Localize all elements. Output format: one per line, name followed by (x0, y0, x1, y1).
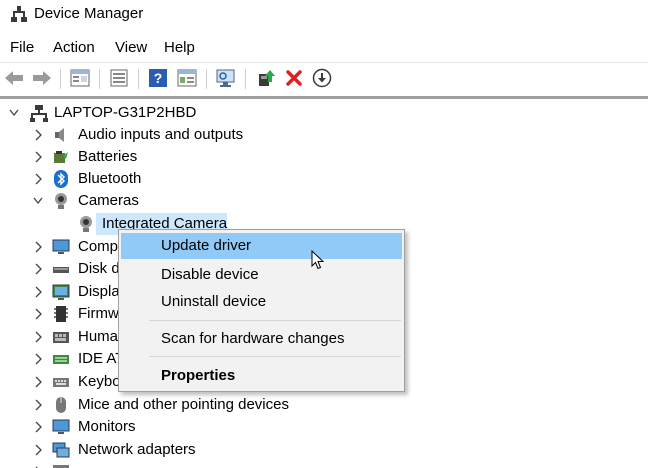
forward-icon[interactable] (31, 67, 53, 89)
tree-item-batteries[interactable]: Batteries (0, 146, 648, 168)
tree-item-label: Keybo (78, 373, 121, 390)
menu-file[interactable]: File (10, 39, 34, 56)
chevron-down-icon[interactable] (33, 195, 43, 207)
menu-item-label: Disable device (161, 266, 259, 283)
chevron-right-icon[interactable] (33, 331, 43, 343)
keyboard-icon (53, 378, 69, 387)
chevron-right-icon[interactable] (33, 399, 43, 411)
menu-action[interactable]: Action (53, 39, 95, 56)
tree-item-label: Network adapters (78, 441, 196, 458)
back-icon[interactable] (3, 67, 25, 89)
window-title: Device Manager (34, 5, 144, 22)
toolbar-divider (0, 96, 648, 99)
keyboard-icon (53, 332, 69, 343)
computer-icon (30, 105, 48, 122)
tree-item-label: Batteries (78, 148, 138, 165)
network-icon (52, 442, 70, 458)
tree-root-label: LAPTOP-G31P2HBD (54, 104, 197, 121)
tree-item-audio[interactable]: Audio inputs and outputs (0, 124, 648, 146)
toolbar: ? (0, 62, 648, 94)
speaker-icon (55, 128, 64, 142)
properties-view-icon[interactable] (69, 67, 91, 89)
menu-item-disable-device[interactable]: Disable device (121, 262, 402, 288)
menu-item-label: Properties (161, 367, 236, 384)
ide-icon (53, 355, 69, 364)
update-driver-icon[interactable] (255, 67, 277, 89)
menu-help[interactable]: Help (164, 39, 195, 56)
chevron-right-icon[interactable] (33, 241, 43, 253)
chevron-right-icon[interactable] (33, 286, 43, 298)
menu-separator (149, 356, 401, 357)
chevron-right-icon[interactable] (33, 353, 43, 365)
tree-item-label: Huma (78, 328, 119, 345)
tree-item-label: Cameras (78, 192, 139, 209)
tree-item-label: Firmw (78, 305, 119, 322)
chevron-right-icon[interactable] (33, 308, 43, 320)
chip-icon (54, 306, 68, 322)
camera-icon (80, 216, 92, 232)
menu-view[interactable]: View (115, 39, 147, 56)
tree-item-label: Disk d (78, 260, 120, 277)
chevron-right-icon[interactable] (33, 421, 43, 433)
toolbar-separator (245, 69, 246, 89)
camera-icon (55, 193, 67, 209)
chevron-down-icon[interactable] (9, 107, 19, 119)
toolbar-separator (99, 69, 100, 89)
battery-icon (54, 151, 68, 163)
menu-item-update-driver[interactable]: Update driver (121, 233, 402, 259)
display-adapter-icon (52, 284, 70, 300)
toolbar-separator (60, 69, 61, 89)
menu-bar: File Action View Help (0, 36, 648, 60)
menu-item-label: Scan for hardware changes (161, 330, 345, 347)
tree-item-label: Comp (78, 238, 119, 255)
chevron-right-icon[interactable] (33, 444, 43, 456)
toolbar-separator (206, 69, 207, 89)
tree-item-monitors[interactable]: Monitors (0, 416, 648, 438)
tree-item-label: Audio inputs and outputs (78, 126, 244, 143)
list-view-icon[interactable] (108, 67, 130, 89)
chevron-right-icon[interactable] (33, 129, 43, 141)
title-bar: Device Manager (0, 0, 648, 30)
bluetooth-icon (54, 170, 68, 188)
svg-text:?: ? (154, 70, 163, 86)
details-view-icon[interactable] (176, 67, 198, 89)
tree-item-label: Bluetooth (78, 170, 142, 187)
mouse-cursor-icon (311, 250, 325, 270)
help-icon[interactable]: ? (147, 67, 169, 89)
tree-item-cameras[interactable]: Cameras (0, 190, 648, 212)
tree-item-bluetooth[interactable]: Bluetooth (0, 168, 648, 190)
tree-item-partial (0, 461, 648, 468)
tree-item-network[interactable]: Network adapters (0, 439, 648, 461)
tree-item-mice[interactable]: Mice and other pointing devices (0, 394, 648, 416)
download-icon[interactable] (311, 67, 333, 89)
tree-item-label: Mice and other pointing devices (78, 396, 289, 413)
menu-item-uninstall-device[interactable]: Uninstall device (121, 289, 402, 315)
mouse-icon (56, 397, 66, 413)
menu-item-label: Uninstall device (161, 293, 267, 310)
menu-item-properties[interactable]: Properties (121, 363, 402, 389)
device-icon (53, 465, 69, 468)
chevron-right-icon[interactable] (33, 376, 43, 388)
scan-hardware-icon[interactable] (215, 67, 237, 89)
chevron-right-icon[interactable] (33, 151, 43, 163)
menu-separator (149, 320, 401, 321)
tree-root[interactable]: LAPTOP-G31P2HBD (0, 102, 648, 124)
tree-item-label: Monitors (78, 418, 136, 435)
disk-icon (53, 267, 69, 273)
menu-item-scan-hardware[interactable]: Scan for hardware changes (121, 326, 402, 352)
toolbar-separator (138, 69, 139, 89)
monitor-icon (52, 239, 70, 254)
uninstall-icon[interactable] (283, 67, 305, 89)
menu-item-label: Update driver (161, 237, 252, 254)
device-manager-icon (11, 6, 27, 22)
tree-item-label: Displa (78, 283, 120, 300)
chevron-right-icon[interactable] (33, 263, 43, 275)
context-menu: Update driver Disable device Uninstall d… (118, 229, 405, 392)
monitor-icon (52, 419, 70, 434)
chevron-right-icon[interactable] (33, 173, 43, 185)
